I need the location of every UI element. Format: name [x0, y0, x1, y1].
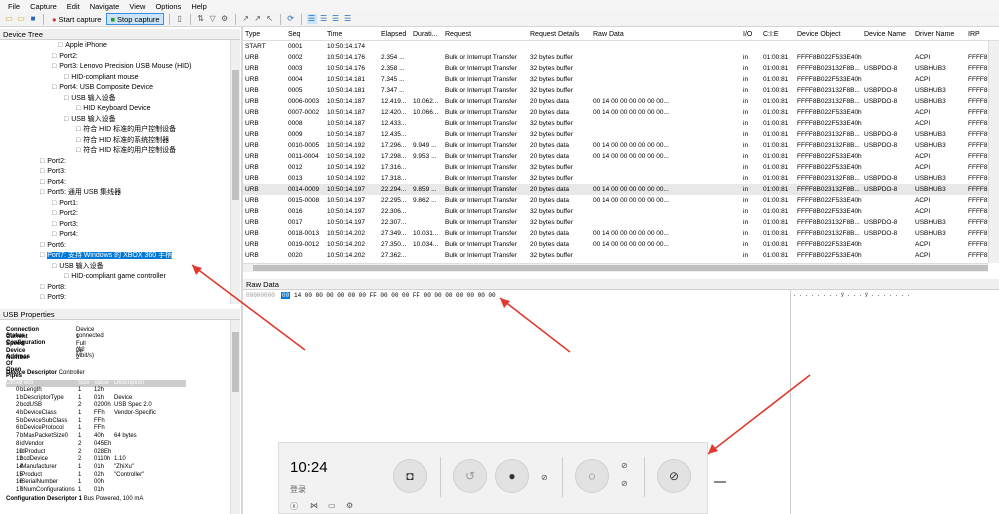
- annotation-arrow-head: [500, 298, 510, 308]
- annotation-arrow-line: [499, 297, 571, 353]
- annotation-arrow-head: [708, 444, 718, 454]
- annotation-arrow-line: [191, 264, 306, 351]
- annotation-arrow-head: [192, 265, 202, 275]
- annotation-arrows: [191, 264, 811, 455]
- annotation-arrow-line: [707, 374, 811, 455]
